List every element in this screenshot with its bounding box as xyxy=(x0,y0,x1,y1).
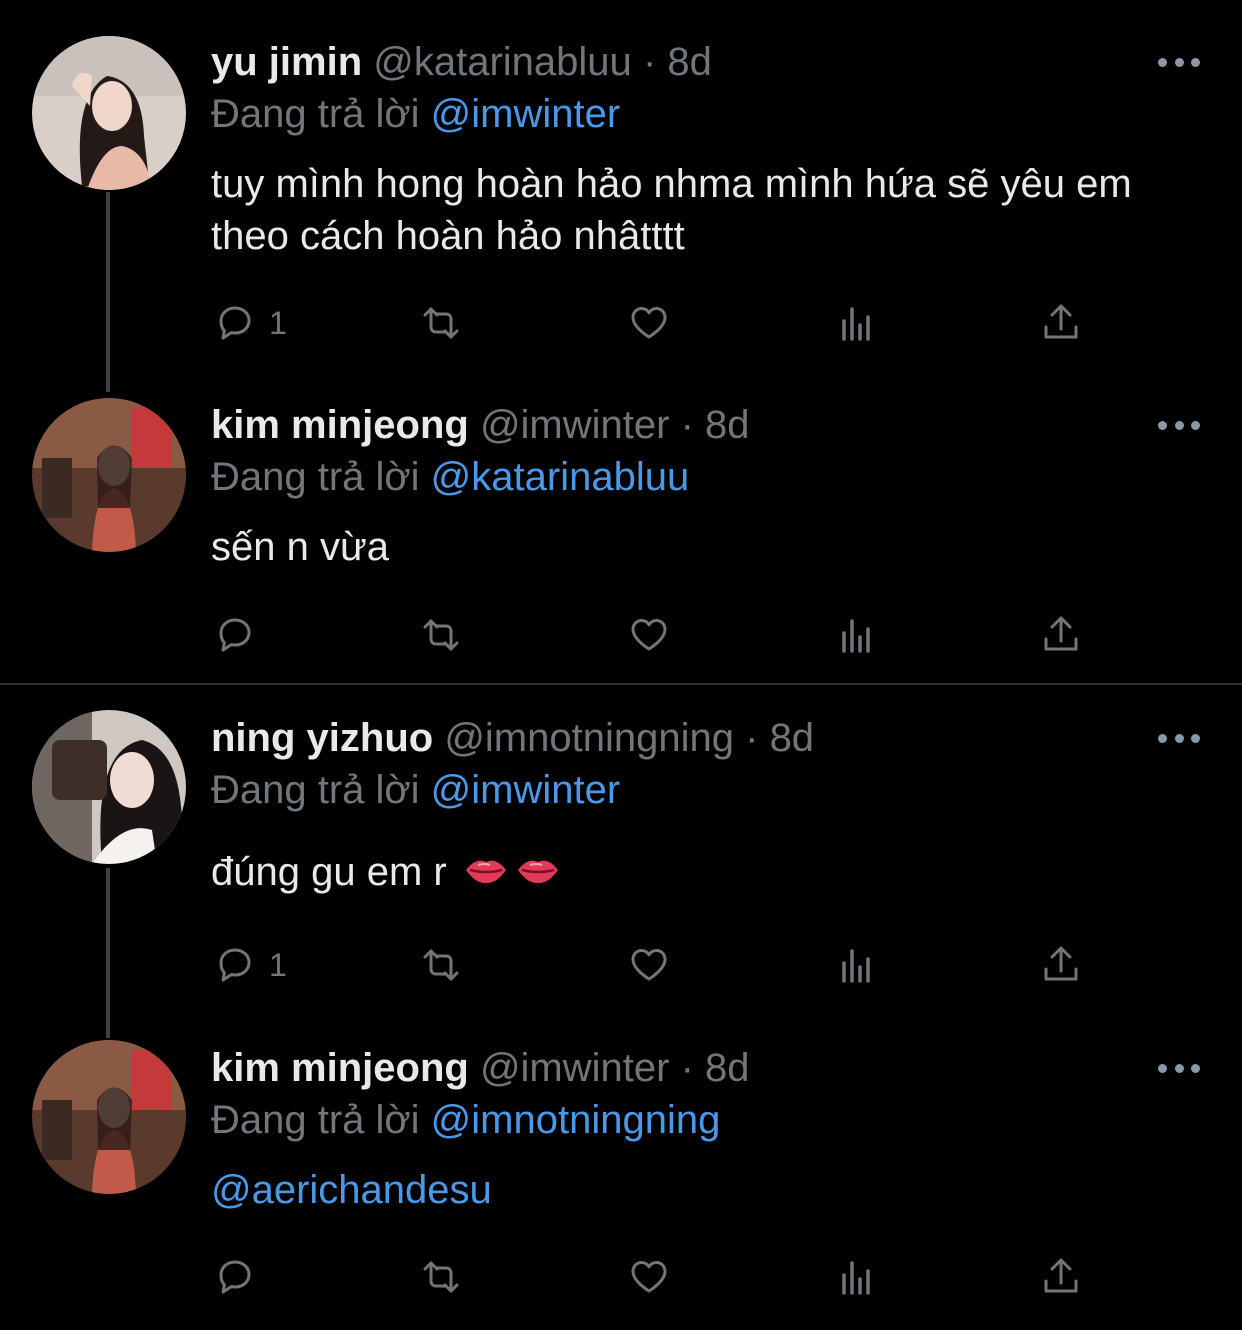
views-button[interactable] xyxy=(833,298,881,348)
reply-icon xyxy=(219,1260,251,1294)
replying-to: Đang trả lời @katarinabluu xyxy=(211,453,689,501)
tweet-text: tuy mình hong hoàn hảo nhma mình hứa sẽ … xyxy=(211,162,1132,258)
user-handle[interactable]: @katarinabluu xyxy=(373,40,632,84)
reply-icon xyxy=(219,618,251,652)
share-icon xyxy=(1044,1258,1078,1293)
timestamp[interactable]: 8d xyxy=(667,40,712,84)
like-button[interactable] xyxy=(625,610,673,660)
tweet-text: đúng gu em r xyxy=(211,850,447,894)
reply-icon xyxy=(219,306,251,340)
replying-to-handle[interactable]: @imwinter xyxy=(431,92,621,136)
tweet-text-container: đúng gu em r xyxy=(211,846,1211,900)
reply-button[interactable]: 1 xyxy=(211,940,287,990)
timestamp[interactable]: 8d xyxy=(705,403,750,447)
more-icon[interactable] xyxy=(1158,56,1200,68)
more-icon[interactable] xyxy=(1158,1062,1200,1074)
share-icon xyxy=(1044,616,1078,651)
replying-to: Đang trả lời @imwinter xyxy=(211,90,620,138)
replying-to-label: Đang trả lời xyxy=(211,92,420,136)
retweet-icon xyxy=(423,619,459,651)
replying-to: Đang trả lời @imnotningning xyxy=(211,1096,720,1144)
tweet-header: yu jimin @katarinabluu · 8d xyxy=(211,38,712,86)
replying-to-label: Đang trả lời xyxy=(211,768,420,812)
avatar[interactable] xyxy=(32,398,186,552)
separator-dot: · xyxy=(642,40,657,84)
action-bar xyxy=(211,610,1111,660)
share-icon xyxy=(1044,946,1078,981)
replying-to-handle[interactable]: @katarinabluu xyxy=(431,455,690,499)
share-button[interactable] xyxy=(1037,1252,1085,1302)
replying-to: Đang trả lời @imwinter xyxy=(211,766,620,814)
thread-divider xyxy=(0,683,1242,685)
reply-button[interactable] xyxy=(211,610,269,660)
views-button[interactable] xyxy=(833,610,881,660)
tweet-header: kim minjeong @imwinter · 8d xyxy=(211,401,750,449)
avatar[interactable] xyxy=(32,36,186,190)
retweet-button[interactable] xyxy=(417,298,465,348)
like-icon xyxy=(631,1261,667,1293)
reply-button[interactable] xyxy=(211,1252,269,1302)
tweet-header: kim minjeong @imwinter · 8d xyxy=(211,1044,750,1092)
tweet[interactable]: yu jimin @katarinabluu · 8d Đang trả lời… xyxy=(0,0,1242,380)
retweet-button[interactable] xyxy=(417,940,465,990)
tweet[interactable]: kim minjeong @imwinter · 8d Đang trả lời… xyxy=(0,380,1242,682)
reply-icon xyxy=(219,948,251,982)
timestamp[interactable]: 8d xyxy=(705,1046,750,1090)
like-button[interactable] xyxy=(625,298,673,348)
action-bar: 1 xyxy=(211,298,1111,348)
reply-count: 1 xyxy=(269,304,287,341)
tweet-header: ning yizhuo @imnotningning · 8d xyxy=(211,714,814,762)
separator-dot: · xyxy=(680,403,694,447)
user-handle[interactable]: @imnotningning xyxy=(444,716,734,760)
retweet-button[interactable] xyxy=(417,610,465,660)
more-icon[interactable] xyxy=(1158,419,1200,431)
timestamp[interactable]: 8d xyxy=(770,716,815,760)
avatar[interactable] xyxy=(32,1040,186,1194)
like-icon xyxy=(631,949,667,981)
display-name[interactable]: kim minjeong xyxy=(211,1046,469,1090)
replying-to-label: Đang trả lời xyxy=(211,455,420,499)
lips-emoji-icon xyxy=(464,848,560,900)
avatar[interactable] xyxy=(32,710,186,864)
display-name[interactable]: yu jimin xyxy=(211,40,362,84)
share-icon xyxy=(1044,304,1078,339)
share-button[interactable] xyxy=(1037,610,1085,660)
views-icon xyxy=(842,307,870,341)
display-name[interactable]: ning yizhuo xyxy=(211,716,433,760)
replying-to-handle[interactable]: @imwinter xyxy=(431,768,621,812)
user-handle[interactable]: @imwinter xyxy=(480,1046,670,1090)
retweet-icon xyxy=(423,307,459,339)
tweet[interactable]: kim minjeong @imwinter · 8d Đang trả lời… xyxy=(0,1036,1242,1330)
reply-button[interactable]: 1 xyxy=(211,298,287,348)
replying-to-handle[interactable]: @imnotningning xyxy=(431,1098,721,1142)
mention-link[interactable]: @aerichandesu xyxy=(211,1164,1211,1216)
tweet-text: sến n vừa xyxy=(211,525,389,569)
views-button[interactable] xyxy=(833,1252,881,1302)
replying-to-label: Đang trả lời xyxy=(211,1098,420,1142)
views-icon xyxy=(842,949,870,983)
retweet-button[interactable] xyxy=(417,1252,465,1302)
more-icon[interactable] xyxy=(1158,732,1200,744)
share-button[interactable] xyxy=(1037,298,1085,348)
like-icon xyxy=(631,307,667,339)
views-icon xyxy=(842,619,870,653)
action-bar: 1 xyxy=(211,940,1111,990)
user-handle[interactable]: @imwinter xyxy=(480,403,670,447)
like-icon xyxy=(631,619,667,651)
action-bar xyxy=(211,1252,1111,1302)
reply-count: 1 xyxy=(269,946,287,983)
retweet-icon xyxy=(423,1261,459,1293)
like-button[interactable] xyxy=(625,1252,673,1302)
like-button[interactable] xyxy=(625,940,673,990)
views-icon xyxy=(842,1261,870,1295)
display-name[interactable]: kim minjeong xyxy=(211,403,469,447)
tweet[interactable]: ning yizhuo @imnotningning · 8d Đang trả… xyxy=(0,686,1242,1036)
share-button[interactable] xyxy=(1037,940,1085,990)
separator-dot: · xyxy=(680,1046,694,1090)
separator-dot: · xyxy=(745,716,759,760)
retweet-icon xyxy=(423,949,459,981)
views-button[interactable] xyxy=(833,940,881,990)
